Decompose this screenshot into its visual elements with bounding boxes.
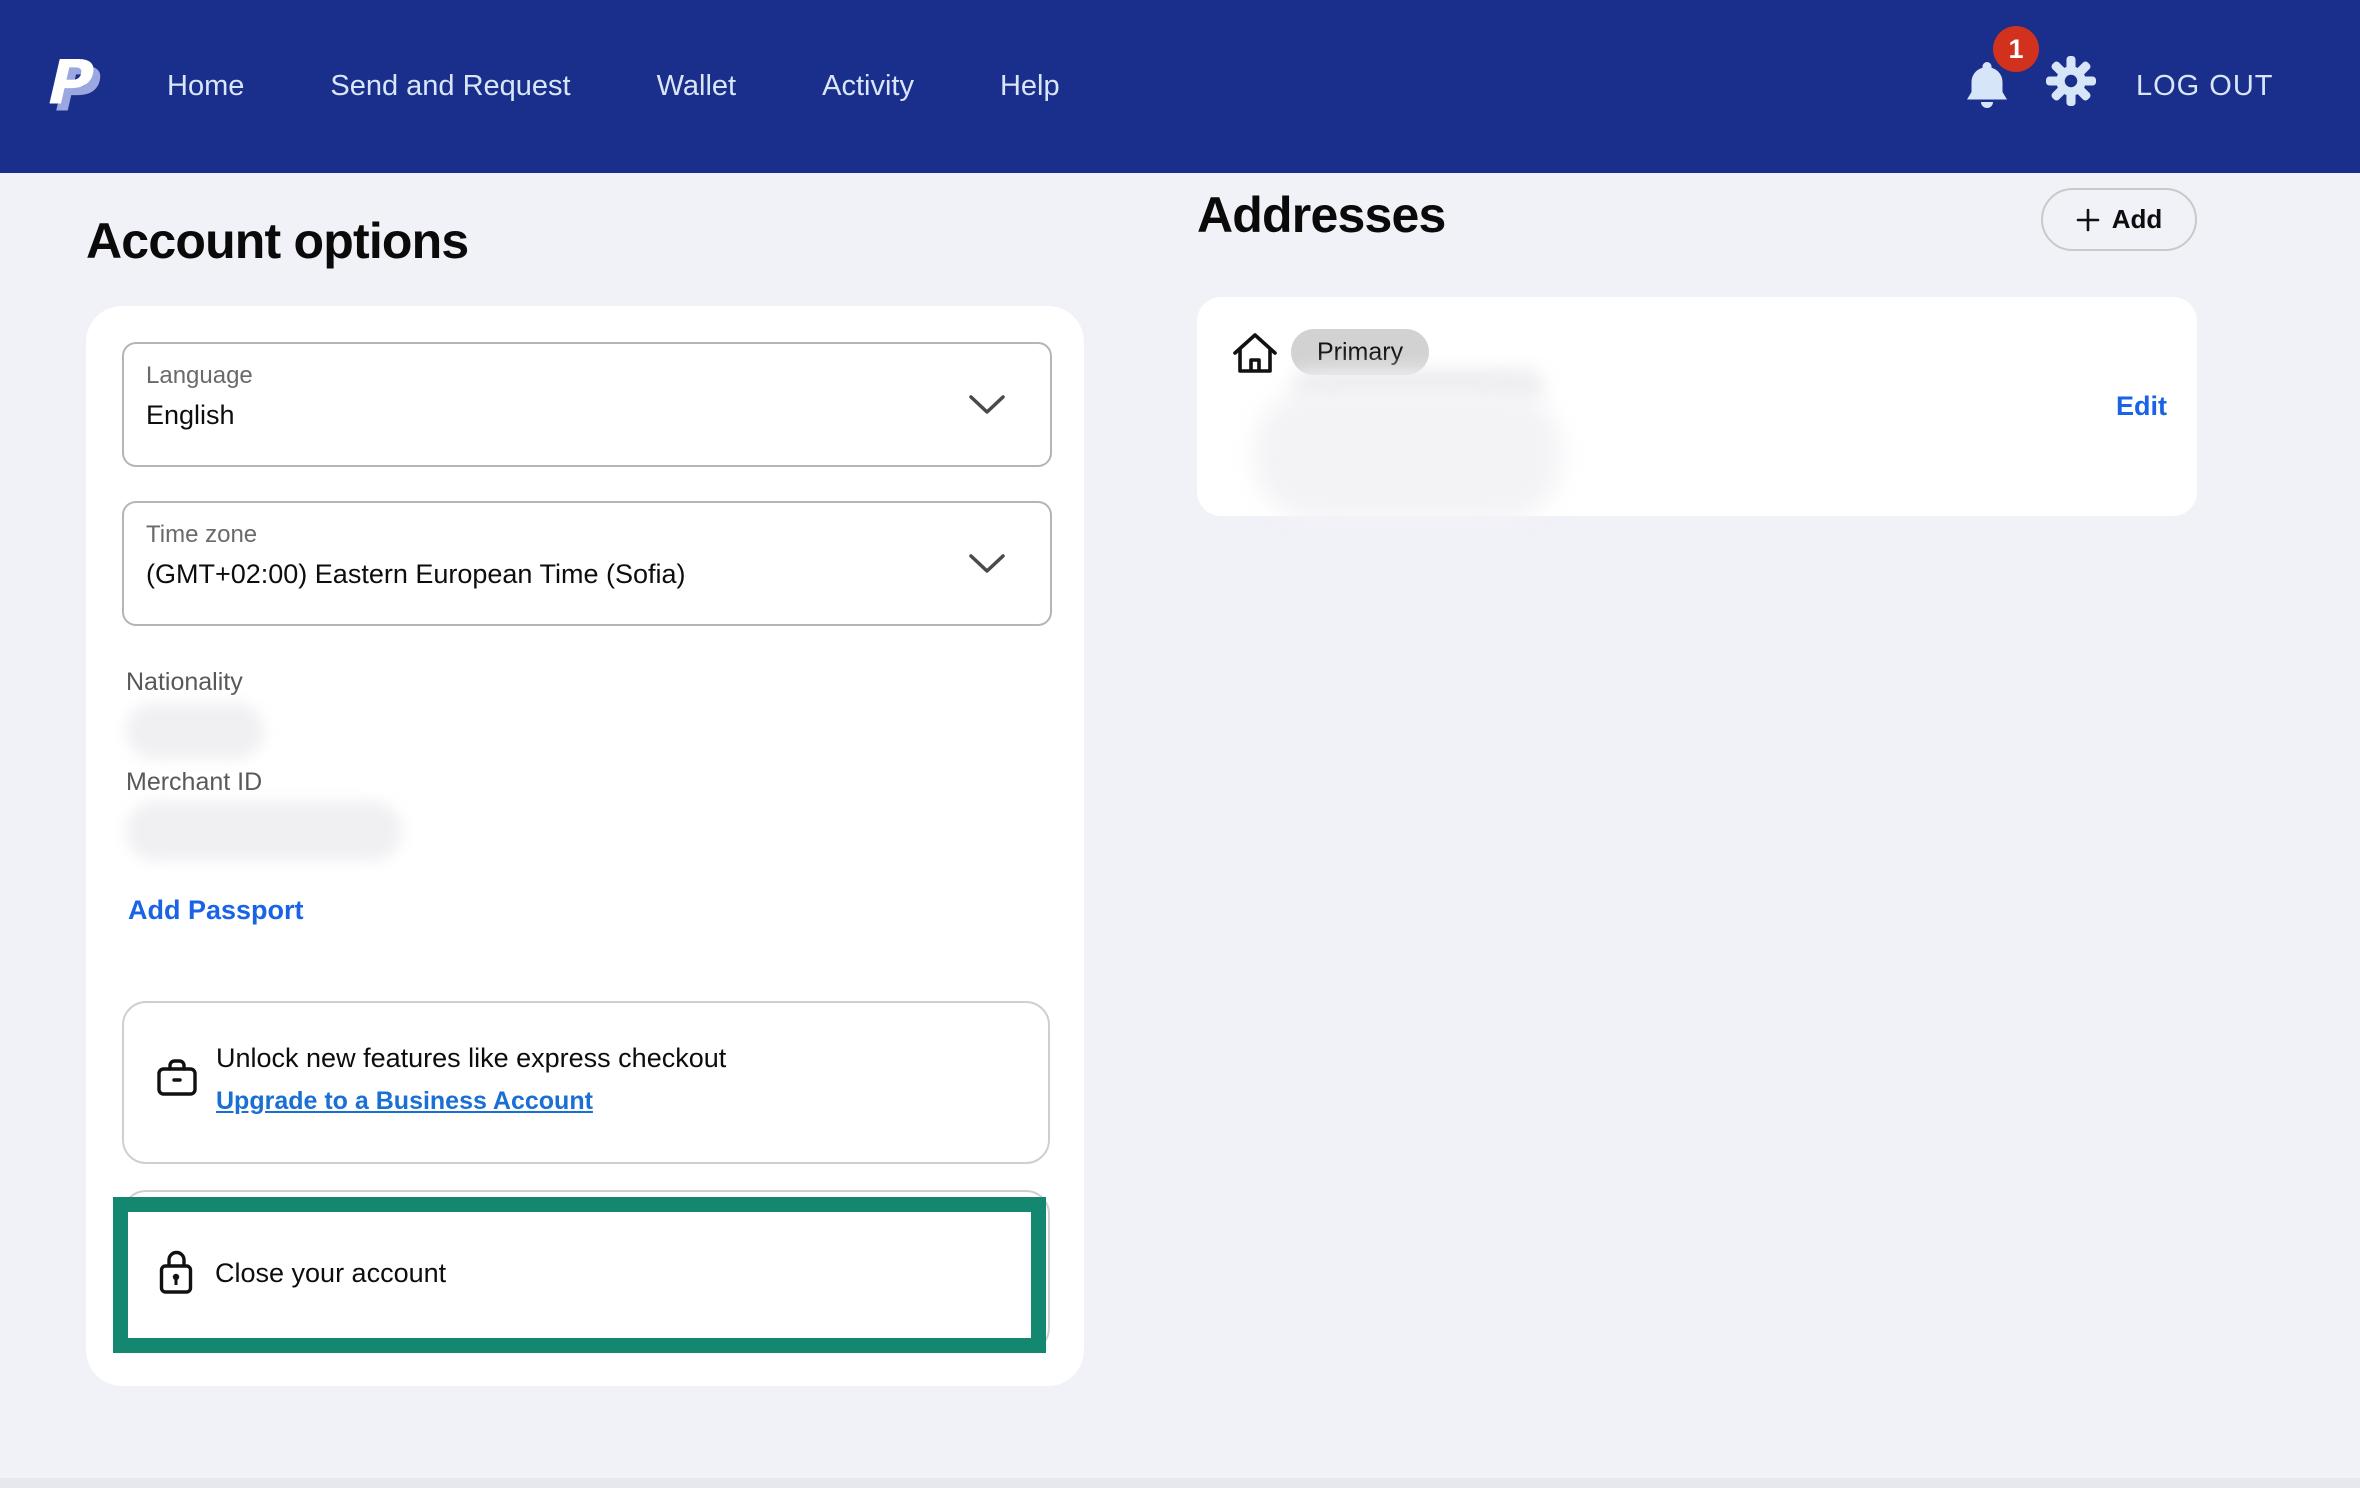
language-select[interactable]: Language English [122, 342, 1052, 467]
logout-button[interactable]: LOG OUT [2136, 70, 2274, 103]
account-options-title: Account options [86, 212, 468, 270]
chevron-down-icon [968, 553, 1006, 575]
nav-item-help[interactable]: Help [1000, 70, 1060, 103]
edit-address-link[interactable]: Edit [2116, 391, 2167, 422]
timezone-select[interactable]: Time zone (GMT+02:00) Eastern European T… [122, 501, 1052, 626]
timezone-label: Time zone [146, 521, 257, 549]
account-options-card: Language English Time zone (GMT+02:00) E… [86, 306, 1084, 1386]
briefcase-icon [156, 1057, 198, 1097]
paypal-settings-page: P P Home Send and Request Wallet Activit… [0, 0, 2360, 1488]
upgrade-business-account-link[interactable]: Upgrade to a Business Account [216, 1087, 593, 1116]
nav-item-send-and-request[interactable]: Send and Request [330, 70, 570, 103]
nav-item-activity[interactable]: Activity [822, 70, 914, 103]
add-passport-link[interactable]: Add Passport [128, 895, 304, 926]
top-navbar: P P Home Send and Request Wallet Activit… [0, 0, 2360, 173]
add-address-button[interactable]: Add [2041, 188, 2197, 251]
close-account-row[interactable] [122, 1190, 1050, 1352]
notifications-button[interactable]: 1 [1960, 50, 2038, 132]
home-icon [1231, 331, 1279, 375]
timezone-value: (GMT+02:00) Eastern European Time (Sofia… [146, 559, 686, 590]
primary-address-card: Primary Edit [1197, 297, 2197, 516]
merchant-id-label: Merchant ID [126, 768, 262, 797]
plus-icon [2076, 208, 2100, 232]
redacted-merchant-id-value [126, 801, 402, 861]
add-address-label: Add [2112, 204, 2163, 235]
nationality-label: Nationality [126, 668, 243, 697]
notification-badge: 1 [1993, 26, 2039, 72]
paypal-logo[interactable]: P P [36, 34, 102, 124]
redacted-address-value [1255, 389, 1561, 521]
redacted-nationality-value [126, 703, 264, 759]
gear-icon[interactable] [2046, 56, 2096, 106]
upgrade-business-card: Unlock new features like express checkou… [122, 1001, 1050, 1164]
addresses-title: Addresses [1197, 186, 1446, 244]
language-value: English [146, 400, 235, 431]
nav-item-home[interactable]: Home [167, 70, 244, 103]
nav-item-wallet[interactable]: Wallet [657, 70, 737, 103]
language-label: Language [146, 362, 253, 390]
footer-edge [0, 1478, 2360, 1488]
chevron-down-icon [968, 394, 1006, 416]
upgrade-title: Unlock new features like express checkou… [216, 1043, 726, 1074]
main-nav: Home Send and Request Wallet Activity He… [167, 0, 1060, 173]
